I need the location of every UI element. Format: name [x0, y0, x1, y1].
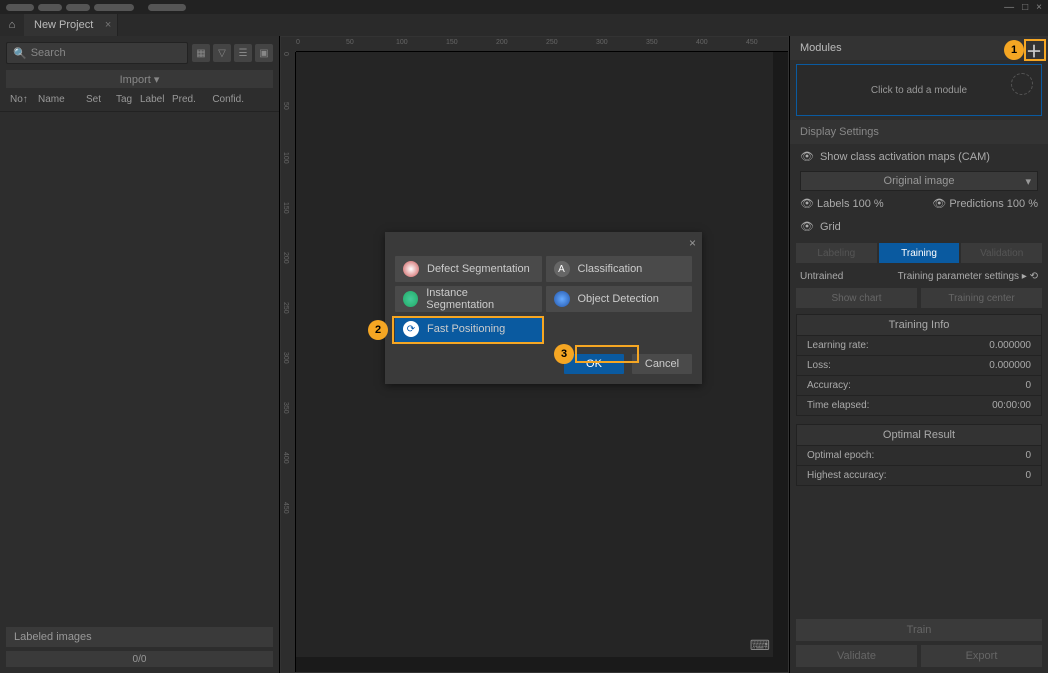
callout-2: 2	[368, 320, 388, 340]
window-maximize[interactable]: □	[1022, 2, 1028, 13]
grid-view-icon[interactable]: ▦	[192, 44, 210, 62]
tab-validation[interactable]: Validation	[961, 243, 1042, 263]
callout-1: 1	[1004, 40, 1024, 60]
grid-toggle[interactable]: 👁 Grid	[790, 214, 1048, 239]
tab-labeling[interactable]: Labeling	[796, 243, 877, 263]
right-panel: Modules ＋ Click to add a module Display …	[789, 36, 1048, 673]
tabbar: ⌂ New Project ×	[0, 14, 1048, 36]
menu-pill[interactable]	[6, 4, 34, 11]
show-cam-row[interactable]: 👁 Show class activation maps (CAM)	[790, 144, 1048, 169]
module-object-detection[interactable]: Object Detection	[546, 286, 693, 312]
filter-icon[interactable]: ▽	[213, 44, 231, 62]
col-no[interactable]: No↑	[6, 92, 34, 107]
menu-pill[interactable]	[66, 4, 90, 11]
add-module-button[interactable]: ＋	[1024, 40, 1044, 60]
left-panel: 🔍 Search ▦ ▽ ☰ ▣ Import ▾ No↑ Name Set T…	[0, 36, 280, 673]
reset-icon[interactable]: ⟲	[1030, 271, 1038, 282]
col-label[interactable]: Label	[136, 92, 168, 107]
import-button[interactable]: Import ▾	[6, 70, 273, 88]
col-name[interactable]: Name	[34, 92, 82, 107]
module-defect-segmentation[interactable]: Defect Segmentation	[395, 256, 542, 282]
cancel-button[interactable]: Cancel	[632, 354, 692, 374]
fast-positioning-icon: ⟳	[403, 321, 419, 337]
window-close[interactable]: ×	[1036, 2, 1042, 13]
mode-tabs: Labeling Training Validation	[790, 239, 1048, 267]
image-select[interactable]: Original image	[800, 171, 1038, 191]
menu-pill[interactable]	[94, 4, 134, 11]
search-placeholder: Search	[31, 47, 66, 59]
training-settings-link[interactable]: Training parameter settings ▸	[898, 271, 1027, 282]
labeled-images-label: Labeled images	[6, 627, 273, 647]
predictions-toggle[interactable]: 👁 Predictions 100 %	[932, 197, 1038, 210]
module-classification[interactable]: A Classification	[546, 256, 693, 282]
callout-3: 3	[554, 344, 574, 364]
add-module-area[interactable]: Click to add a module	[796, 64, 1042, 116]
tab-label: New Project	[34, 19, 93, 31]
window-minimize[interactable]: —	[1004, 2, 1014, 13]
classification-icon: A	[554, 261, 570, 277]
ruler-vertical: 0 50 100 150 200 250 300 350 400 450	[281, 52, 296, 672]
tab-close-icon[interactable]: ×	[105, 19, 111, 31]
close-icon[interactable]: ×	[689, 236, 696, 250]
keyboard-icon[interactable]: ⌨	[750, 637, 770, 654]
menu-pills	[6, 4, 186, 11]
home-icon[interactable]: ⌂	[0, 19, 24, 31]
project-tab[interactable]: New Project ×	[24, 14, 118, 36]
training-center-button[interactable]: Training center	[921, 288, 1042, 308]
module-instance-segmentation[interactable]: Instance Segmentation	[395, 286, 542, 312]
search-input[interactable]: 🔍 Search	[6, 42, 188, 64]
menu-pill[interactable]	[38, 4, 62, 11]
eye-icon: 👁	[800, 220, 814, 233]
object-icon	[554, 291, 570, 307]
train-button[interactable]: Train	[796, 619, 1042, 641]
show-chart-button[interactable]: Show chart	[796, 288, 917, 308]
validate-button[interactable]: Validate	[796, 645, 917, 667]
instance-icon	[403, 291, 418, 307]
training-info-table: Training Info Learning rate:0.000000 Los…	[796, 314, 1042, 416]
search-icon: 🔍	[13, 47, 27, 60]
labels-toggle[interactable]: 👁 Labels 100 %	[800, 197, 884, 210]
list-view-icon[interactable]: ☰	[234, 44, 252, 62]
ruler-corner	[281, 37, 296, 52]
status-untrained: Untrained	[800, 271, 843, 282]
module-fast-positioning[interactable]: ⟳ Fast Positioning	[395, 316, 542, 342]
table-header: No↑ Name Set Tag Label Pred. Confid.	[0, 88, 279, 112]
eye-icon: 👁	[800, 150, 814, 163]
module-icon[interactable]: ▣	[255, 44, 273, 62]
tab-training[interactable]: Training	[879, 243, 960, 263]
menu-pill[interactable]	[148, 4, 186, 11]
col-set[interactable]: Set	[82, 92, 112, 107]
col-tag[interactable]: Tag	[112, 92, 136, 107]
titlebar: — □ ×	[0, 0, 1048, 14]
col-confid[interactable]: Confid.	[202, 92, 248, 107]
export-button[interactable]: Export	[921, 645, 1042, 667]
display-settings-header: Display Settings	[790, 120, 1048, 144]
col-pred[interactable]: Pred.	[168, 92, 202, 107]
module-picker-dialog: × Defect Segmentation A Classification I…	[385, 232, 702, 384]
optimal-result-table: Optimal Result Optimal epoch:0 Highest a…	[796, 424, 1042, 486]
ruler-horizontal: 0 50 100 150 200 250 300 350 400 450	[296, 37, 788, 52]
progress-bar: 0/0	[6, 651, 273, 667]
defect-icon	[403, 261, 419, 277]
